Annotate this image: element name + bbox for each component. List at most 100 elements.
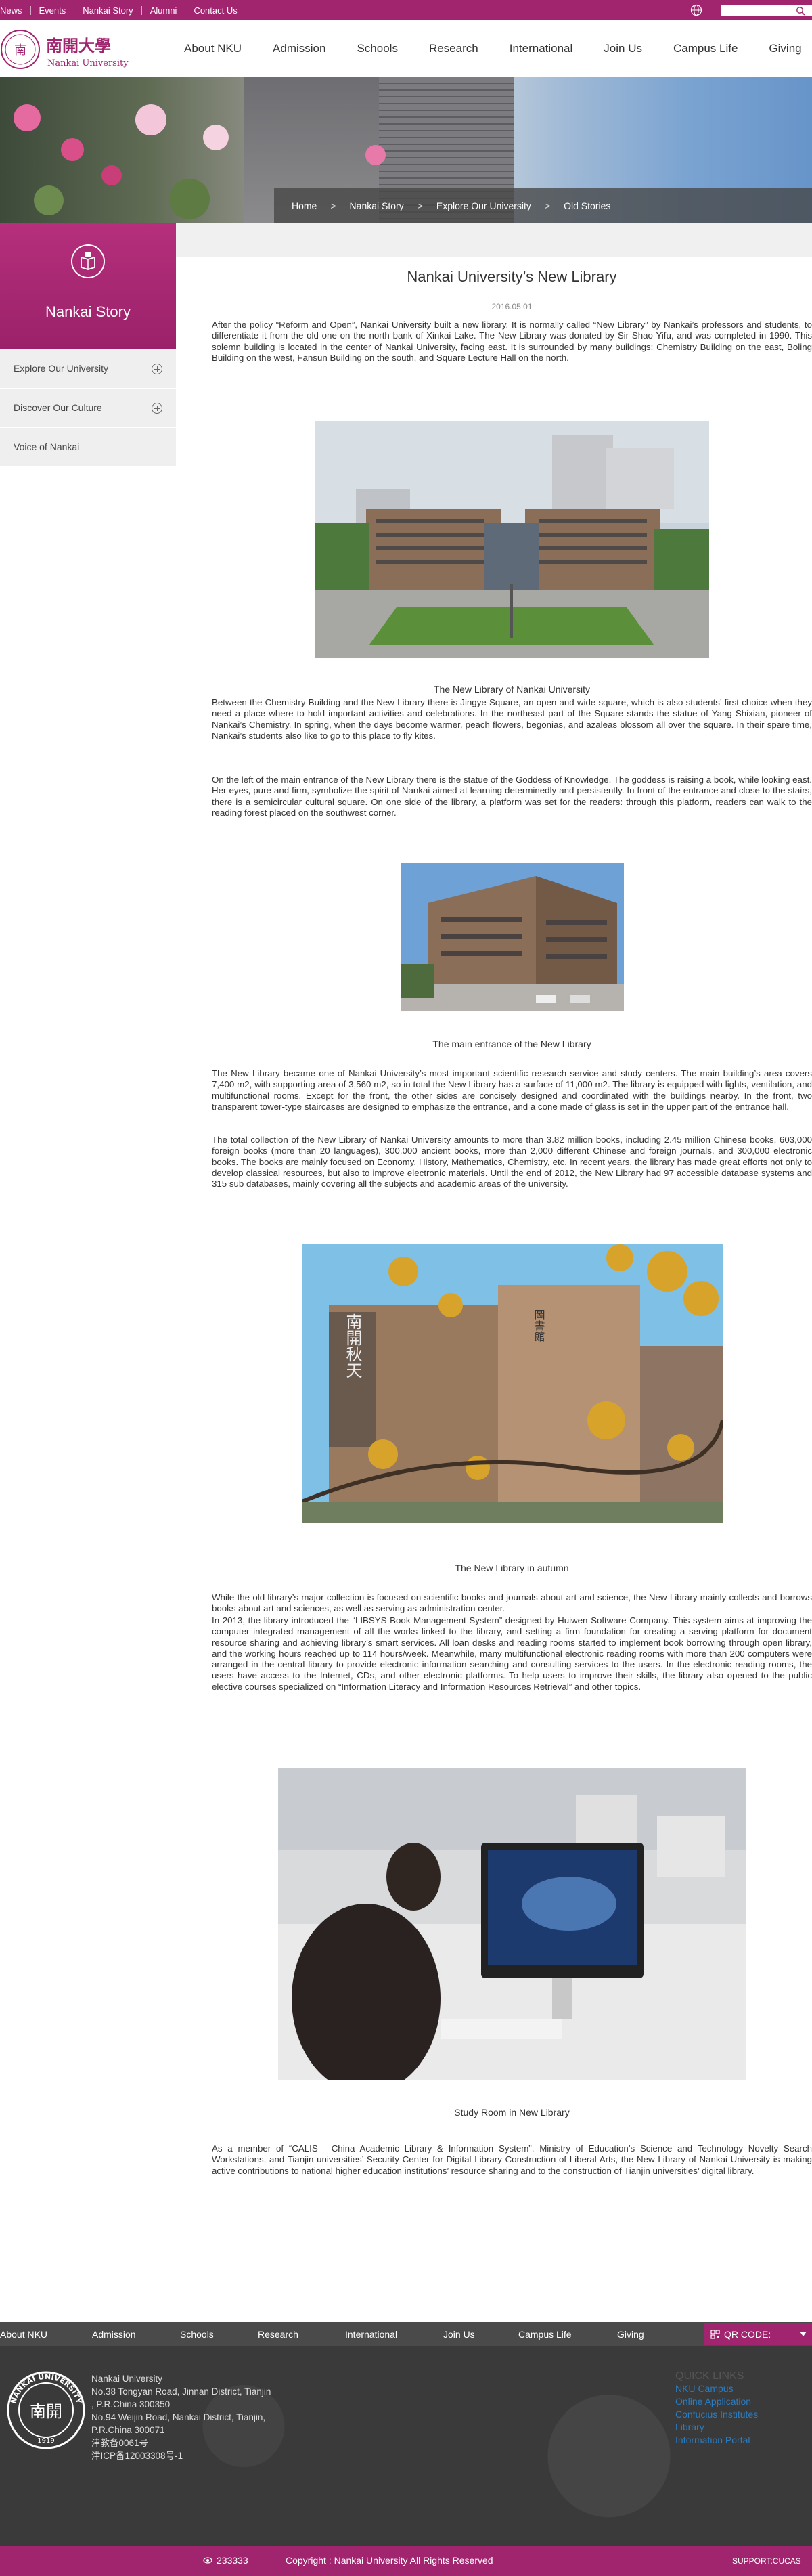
search-icon[interactable] (796, 6, 805, 16)
breadcrumb-explore[interactable]: Explore Our University (436, 200, 531, 211)
svg-text:NANKAI UNIVERSITY: NANKAI UNIVERSITY (9, 2372, 83, 2405)
logo-cn: 南開大學 (46, 36, 111, 56)
sidebar-item-label: Explore Our University (14, 363, 109, 374)
banner-flower (365, 145, 386, 165)
article-paragraph: On the left of the main entrance of the … (212, 774, 812, 818)
nav-international[interactable]: International (510, 42, 573, 56)
footer-nav-admission[interactable]: Admission (92, 2329, 136, 2340)
top-link-events[interactable]: Events (39, 5, 74, 16)
quick-links: QUICK LINKS NKU Campus Online Applicatio… (675, 2370, 758, 2447)
nankai-logo[interactable]: 南 南開大學 Nankai University (0, 28, 149, 70)
svg-text:南開: 南開 (30, 2402, 62, 2421)
nav-campus-life[interactable]: Campus Life (673, 42, 738, 56)
quick-link-online-application[interactable]: Online Application (675, 2395, 758, 2408)
footer-nav-giving[interactable]: Giving (617, 2329, 644, 2340)
top-link-nankai-story[interactable]: Nankai Story (83, 5, 141, 16)
sidebar-item-label: Discover Our Culture (14, 402, 102, 413)
nav-join-us[interactable]: Join Us (604, 42, 642, 56)
breadcrumb-nankai-story[interactable]: Nankai Story (350, 200, 404, 211)
article-paragraph: While the old library’s major collection… (212, 1592, 812, 1614)
address-line: No.94 Weijin Road, Nankai District, Tian… (91, 2412, 266, 2422)
photo-study-room (278, 1768, 746, 2080)
article-paragraph: Between the Chemistry Building and the N… (212, 697, 812, 741)
qr-code-button[interactable]: QR CODE: (704, 2323, 812, 2345)
quick-link-information-portal[interactable]: Information Portal (675, 2434, 758, 2447)
banner-flower (61, 138, 84, 161)
footer-nav-schools[interactable]: Schools (180, 2329, 214, 2340)
support-credit[interactable]: SUPPORT:CUCAS (732, 2556, 801, 2566)
article-paragraph: The New Library became one of Nankai Uni… (212, 1068, 812, 1112)
footer-nav-international[interactable]: International (345, 2329, 397, 2340)
banner-flower (135, 104, 166, 135)
article-date: 2016.05.01 (491, 302, 533, 311)
breadcrumb-old-stories[interactable]: Old Stories (564, 200, 610, 211)
article-paragraph: As a member of “CALIS - China Academic L… (212, 2143, 812, 2176)
address-line: , P.R.China 300350 (91, 2399, 171, 2409)
banner-leaves (34, 185, 64, 215)
photo-caption: The main entrance of the New Library (432, 1039, 591, 1049)
banner-flower (102, 165, 122, 185)
breadcrumb-separator: > (330, 200, 336, 211)
footer-nav-join-us[interactable]: Join Us (443, 2329, 475, 2340)
sidebar-header: Nankai Story (0, 223, 176, 349)
content-top-bar (176, 223, 812, 257)
sidebar-title: Nankai Story (45, 303, 131, 320)
visitor-counter: 233333 (217, 2555, 248, 2566)
banner-leaves (169, 179, 210, 219)
photo-main-entrance (401, 863, 624, 1011)
nav-schools[interactable]: Schools (357, 42, 397, 56)
breadcrumb-home[interactable]: Home (292, 200, 317, 211)
nav-about-nku[interactable]: About NKU (184, 42, 242, 56)
university-seal-icon: NANKAI UNIVERSITY 南開 1919 (7, 2371, 85, 2449)
top-links: News Events Nankai Story Alumni Contact … (0, 0, 246, 20)
footer-nav-research[interactable]: Research (258, 2329, 298, 2340)
footer-nav-campus-life[interactable]: Campus Life (518, 2329, 572, 2340)
photo-library-autumn: 南開秋天 圖書館 (302, 1244, 723, 1523)
quick-links-heading: QUICK LINKS (675, 2370, 744, 2382)
top-link-alumni[interactable]: Alumni (150, 5, 185, 16)
article-title: Nankai University’s New Library (407, 268, 617, 285)
footer-nav-about-nku[interactable]: About NKU (0, 2329, 47, 2340)
sidebar-item-voice[interactable]: Voice of Nankai (0, 428, 176, 467)
photo-caption: The New Library in autumn (455, 1563, 569, 1573)
expand-plus-icon[interactable] (152, 364, 162, 374)
banner-flower (203, 125, 229, 150)
globe-icon[interactable] (690, 4, 702, 16)
footer-address: Nankai University No.38 Tongyan Road, Ji… (91, 2372, 271, 2462)
main-nav: About NKU Admission Schools Research Int… (184, 20, 812, 77)
nav-research[interactable]: Research (429, 42, 478, 56)
copyright-text: Copyright : Nankai University All Rights… (286, 2555, 493, 2566)
header: 南 南開大學 Nankai University About NKU Admis… (0, 20, 812, 77)
copyright-bar: 233333 Copyright : Nankai University All… (0, 2546, 812, 2576)
quick-link-library[interactable]: Library (675, 2421, 758, 2434)
book-icon (71, 244, 105, 278)
quick-link-confucius-institutes[interactable]: Confucius Institutes (675, 2408, 758, 2421)
divider (30, 5, 31, 15)
top-link-news[interactable]: News (0, 5, 30, 16)
address-line: No.38 Tongyan Road, Jinnan District, Tia… (91, 2386, 271, 2397)
article-paragraph: The total collection of the New Library … (212, 1135, 812, 1189)
footer-nav: About NKU Admission Schools Research Int… (0, 2322, 812, 2346)
nav-giving[interactable]: Giving (769, 42, 801, 56)
address-line: P.R.China 300071 (91, 2425, 165, 2435)
svg-text:南: 南 (14, 43, 26, 58)
breadcrumb-separator: > (417, 200, 423, 211)
sidebar-item-explore[interactable]: Explore Our University (0, 349, 176, 389)
article-paragraph: In 2013, the library introduced the “LIB… (212, 1615, 812, 1692)
logo-en: Nankai University (47, 58, 129, 68)
address-line: Nankai University (91, 2374, 163, 2384)
breadcrumb: Home > Nankai Story > Explore Our Universi… (274, 188, 812, 223)
expand-plus-icon[interactable] (152, 403, 162, 414)
banner-flower (14, 104, 41, 131)
sidebar-item-culture[interactable]: Discover Our Culture (0, 389, 176, 428)
top-bar: News Events Nankai Story Alumni Contact … (0, 0, 812, 20)
quick-link-nku-campus[interactable]: NKU Campus (675, 2382, 758, 2395)
sidebar-item-label: Voice of Nankai (14, 441, 80, 452)
breadcrumb-separator: > (544, 200, 551, 211)
top-link-contact-us[interactable]: Contact Us (194, 5, 245, 16)
photo-caption: The New Library of Nankai University (433, 684, 591, 695)
chevron-down-icon (800, 2332, 807, 2336)
nav-admission[interactable]: Admission (273, 42, 325, 56)
seal-year: 1919 (37, 2437, 54, 2445)
autumn-plaque-text: 南開秋天 (343, 1313, 362, 1378)
